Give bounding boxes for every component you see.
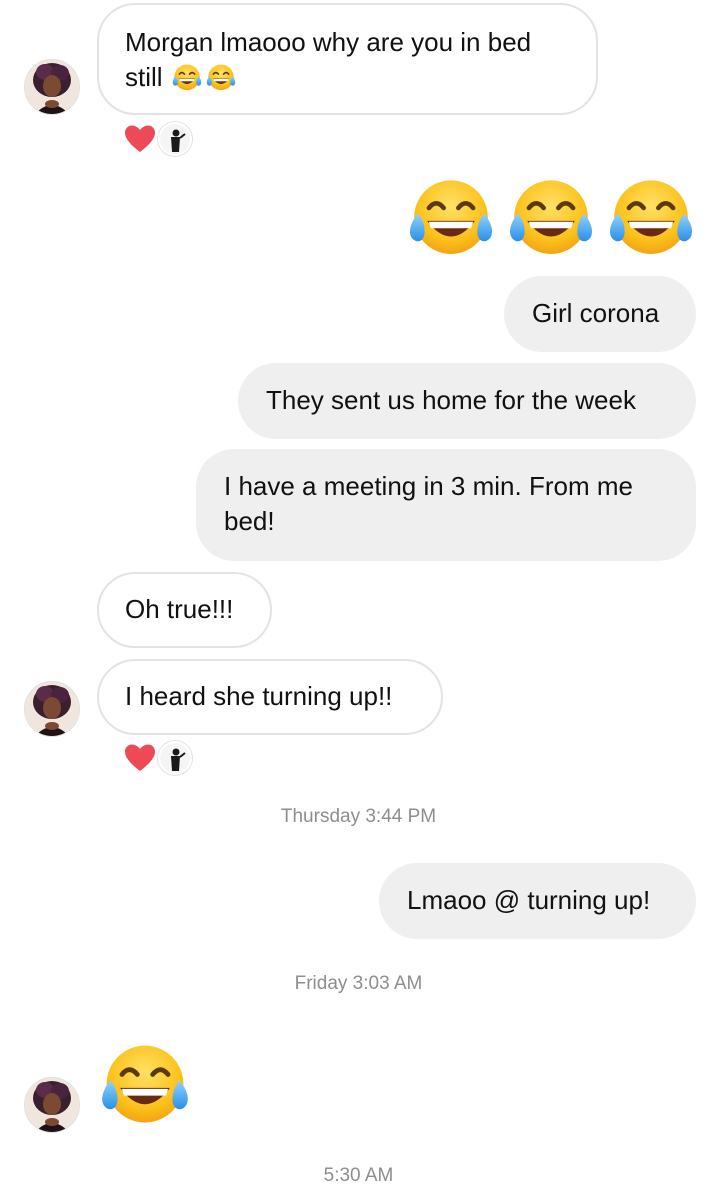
profile-photo	[25, 682, 79, 736]
message-text: I heard she turning up!!	[125, 681, 393, 711]
profile-photo	[25, 60, 79, 114]
laugh-emoji-icon	[505, 173, 597, 265]
sent-emoji-message[interactable]	[405, 173, 701, 263]
profile-photo	[25, 1078, 79, 1132]
laugh-emoji-icon	[605, 173, 697, 265]
message-text: Oh true!!!	[125, 594, 234, 624]
avatar[interactable]	[24, 1077, 80, 1133]
message-text: They sent us home for the week	[266, 385, 636, 415]
sent-message[interactable]: Girl corona	[504, 276, 696, 352]
message-text: Girl corona	[532, 298, 660, 328]
message-text: Lmaoo @ turning up!	[407, 885, 651, 915]
reactor-avatar	[158, 741, 192, 775]
received-message[interactable]: I heard she turning up!!	[97, 659, 443, 735]
message-text: still	[125, 62, 163, 92]
laugh-emoji-icon	[205, 62, 237, 94]
sent-message[interactable]: They sent us home for the week	[238, 363, 696, 439]
timestamp: Thursday 3:44 PM	[280, 806, 437, 827]
message-text: bed!	[224, 506, 275, 536]
laugh-emoji-icon	[171, 62, 203, 94]
avatar[interactable]	[24, 59, 80, 115]
heart-icon[interactable]	[124, 124, 156, 154]
laugh-emoji-icon	[97, 1038, 193, 1134]
sent-message[interactable]: Lmaoo @ turning up!	[379, 863, 696, 939]
timestamp: 5:30 AM	[323, 1165, 394, 1186]
avatar[interactable]	[24, 681, 80, 737]
received-message[interactable]: Morgan lmaooo why are you in bed still	[97, 3, 598, 115]
received-message[interactable]: Oh true!!!	[97, 572, 272, 648]
reactor-avatar	[158, 122, 192, 156]
message-text: I have a meeting in 3 min. From me	[224, 471, 633, 501]
heart-icon[interactable]	[124, 743, 156, 773]
received-emoji-message[interactable]	[97, 1038, 193, 1134]
sent-message[interactable]: I have a meeting in 3 min. From me bed!	[196, 449, 696, 561]
message-text: Morgan lmaooo why are you in bed	[125, 27, 532, 57]
timestamp: Friday 3:03 AM	[294, 973, 423, 994]
laugh-emoji-icon	[405, 173, 497, 265]
